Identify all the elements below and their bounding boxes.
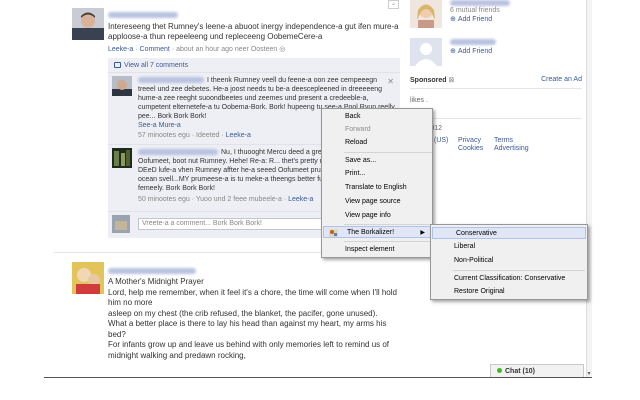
comment-meta: 57 minootes egu · Ideeted · Leeke-a: [138, 132, 251, 139]
commenter-avatar[interactable]: [112, 76, 132, 96]
menu-item-reload[interactable]: Reload: [322, 137, 432, 149]
person-photo-icon: [410, 0, 442, 28]
menu-separator: [344, 224, 432, 225]
post-text: Intereseeng thet Rumney's leene-a abuoot…: [108, 22, 399, 41]
menu-item-borkalizer[interactable]: The Borkalizer! ▶: [323, 226, 431, 238]
view-all-comments-link[interactable]: View all 7 comments: [114, 62, 188, 69]
post-time: about an hour ago neer Oosteen: [176, 46, 278, 53]
submenu-item-current-classification[interactable]: Current Classification: Conservative: [431, 273, 587, 285]
post-author-avatar[interactable]: [72, 8, 104, 40]
poem-line: asleep on my chest (the crib refused, th…: [108, 308, 378, 318]
chat-bar[interactable]: Chat (10): [490, 364, 584, 377]
divider: [410, 118, 582, 119]
comment-meta: 50 minootes egu · Yuoo und 2 feee mubeel…: [138, 196, 314, 203]
submenu-arrow-icon: ▶: [420, 230, 425, 236]
poem-line: Lord, help me remember, when it feel it'…: [108, 287, 397, 308]
post-text: A Mother's Midnight Prayer Lord, help me…: [108, 277, 400, 361]
submenu-item-restore-original[interactable]: Restore Original: [431, 286, 587, 298]
speech-bubble-icon: [114, 62, 121, 68]
menu-separator: [344, 241, 432, 242]
menu-separator: [344, 152, 432, 153]
online-status-icon: [497, 368, 502, 373]
poem-line: What a better place is there to lay his …: [108, 319, 387, 339]
add-friend-icon: ⊕: [450, 48, 456, 55]
submenu-item-conservative[interactable]: Conservative: [432, 227, 586, 239]
own-avatar: [112, 215, 130, 233]
like-link[interactable]: Leeke-a: [108, 46, 133, 53]
submenu-item-non-political[interactable]: Non-Political: [431, 255, 587, 267]
see-more-link[interactable]: See-a Mure-a: [138, 122, 181, 129]
mutual-friends-count: 6 mutual friends: [450, 7, 500, 14]
photo-icon: [112, 148, 132, 168]
menu-item-translate[interactable]: Translate to English: [322, 182, 432, 194]
globe-icon: ◎: [279, 46, 286, 53]
post-options-chevron-icon[interactable]: ⌄: [388, 0, 399, 9]
suggested-friend-avatar[interactable]: [410, 38, 442, 66]
likes-text: likes .: [410, 97, 428, 104]
borkalizer-extension-icon: [329, 229, 338, 237]
poem-line: For infants grow up and leave us behind …: [108, 340, 390, 360]
commenter-avatar[interactable]: [112, 148, 132, 168]
language-link[interactable]: (US): [434, 137, 448, 145]
scroll-down-icon[interactable]: ▾: [586, 371, 592, 377]
comment-link[interactable]: Comment: [140, 46, 170, 53]
poem-title: A Mother's Midnight Prayer: [108, 277, 204, 286]
footer-links-group: Privacy Cookies: [458, 137, 483, 153]
post-meta: Leeke-a · Comment · about an hour ago ne…: [108, 46, 286, 53]
comment-like-link[interactable]: Leeke-a: [288, 196, 313, 203]
advertising-link[interactable]: Advertising: [494, 145, 529, 153]
vertical-scrollbar[interactable]: ▾: [586, 0, 592, 377]
photo-icon: [72, 262, 104, 294]
cookies-link[interactable]: Cookies: [458, 145, 483, 153]
menu-item-forward[interactable]: Forward: [322, 124, 432, 136]
post-author-avatar[interactable]: [72, 262, 104, 294]
privacy-link[interactable]: Privacy: [458, 137, 483, 145]
post-author-name[interactable]: [108, 266, 196, 275]
divider: [108, 72, 400, 73]
photo-icon: [112, 215, 130, 233]
suggested-friend-name[interactable]: [450, 39, 496, 46]
suggested-friend-name[interactable]: [450, 0, 510, 7]
browser-page: Intereseeng thet Rumney's leene-a abuoot…: [44, 0, 592, 378]
sponsored-icon: ⊠: [448, 77, 455, 84]
menu-item-back[interactable]: Back: [322, 111, 432, 123]
borkalizer-submenu: Conservative Liberal Non-Political Curre…: [430, 224, 588, 300]
person-photo-icon: [112, 76, 132, 96]
person-photo-icon: [72, 8, 104, 40]
right-sidebar: 6 mutual friends ⊕ Add Friend ⊕ Add Friend…: [408, 0, 586, 377]
menu-item-inspect[interactable]: Inspect element: [322, 244, 432, 256]
default-avatar-icon: [410, 38, 442, 66]
context-menu: Back Forward Reload Save as... Print... …: [321, 108, 433, 258]
menu-item-view-source[interactable]: View page source: [322, 196, 432, 208]
menu-item-save-as[interactable]: Save as...: [322, 155, 432, 167]
submenu-item-liberal[interactable]: Liberal: [431, 241, 587, 253]
close-icon[interactable]: ✕: [387, 77, 394, 86]
sponsored-header: Sponsored ⊠ Create an Ad: [410, 76, 582, 84]
add-friend-button[interactable]: ⊕ Add Friend: [450, 15, 492, 23]
add-friend-icon: ⊕: [450, 16, 456, 23]
menu-item-view-info[interactable]: View page info: [322, 210, 432, 222]
suggested-friend-avatar[interactable]: [410, 0, 442, 28]
terms-link[interactable]: Terms: [494, 137, 529, 145]
menu-item-print[interactable]: Print...: [322, 168, 432, 180]
footer-links-group: Terms Advertising: [494, 137, 529, 153]
divider: [410, 88, 582, 89]
create-ad-link[interactable]: Create an Ad: [541, 76, 582, 83]
post-author-name[interactable]: [108, 10, 178, 19]
comment-like-link[interactable]: Leeke-a: [226, 132, 251, 139]
add-friend-button[interactable]: ⊕ Add Friend: [450, 47, 492, 55]
menu-separator: [453, 270, 585, 271]
